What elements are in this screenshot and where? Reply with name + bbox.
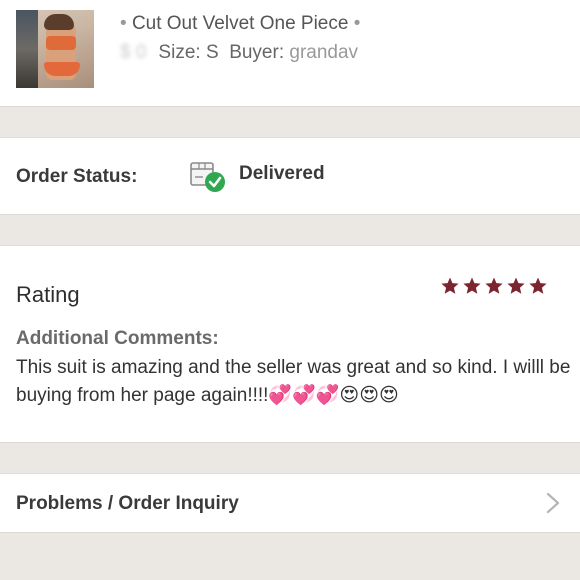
order-item-card[interactable]: • Cut Out Velvet One Piece • $ 0 Size: S … (0, 0, 580, 106)
star-icon (485, 277, 503, 294)
blur-overlay (360, 30, 480, 74)
additional-comments-heading: Additional Comments: (16, 328, 219, 349)
additional-comments-text: This suit is amazing and the seller was … (16, 357, 571, 406)
star-icon (441, 277, 459, 294)
bullet-left: • (120, 13, 127, 34)
item-meta-row: $ 0 Size: S Buyer: grandav (120, 42, 358, 64)
star-icon (507, 277, 525, 294)
buyer-label: Buyer: (229, 42, 285, 63)
problems-order-inquiry-row[interactable]: Problems / Order Inquiry (0, 474, 580, 532)
item-price-blurred: $ 0 (120, 42, 147, 63)
thumbnail-swimsuit-top (46, 36, 76, 50)
delivered-box-icon (190, 162, 225, 192)
buyer-name[interactable]: grandav (289, 42, 358, 63)
rating-title: Rating (16, 282, 80, 307)
order-status-card: Order Status: Delivered (0, 138, 580, 214)
star-icon (529, 277, 547, 294)
item-title-row: • Cut Out Velvet One Piece • (120, 13, 360, 35)
problems-order-inquiry-label: Problems / Order Inquiry (16, 493, 239, 514)
product-thumbnail[interactable] (16, 10, 94, 88)
thumbnail-swimsuit-bottom (44, 62, 80, 76)
item-size: Size: S (158, 42, 219, 63)
chevron-right-icon (546, 492, 560, 514)
order-status-value: Delivered (239, 163, 325, 184)
item-title: Cut Out Velvet One Piece (131, 13, 349, 34)
thumbnail-hair (44, 14, 74, 30)
star-icon (463, 277, 481, 294)
rating-card: Rating Additional Comments: This suit is… (0, 246, 580, 442)
thumbnail-background (16, 10, 38, 88)
order-status-label: Order Status: (16, 166, 138, 187)
rating-stars (440, 276, 548, 300)
